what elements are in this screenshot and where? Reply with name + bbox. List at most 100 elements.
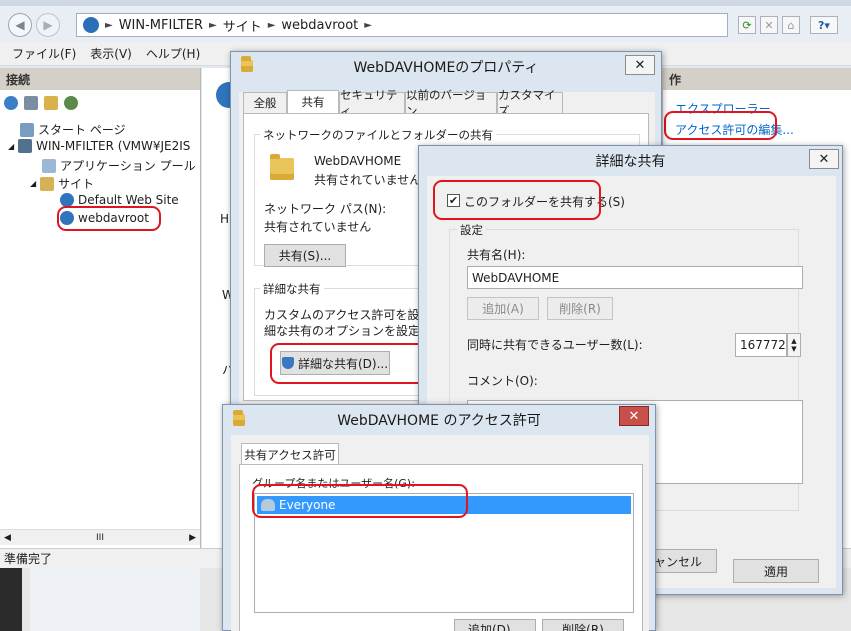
annotation-circle	[57, 206, 161, 231]
tree-item-default-web-site[interactable]: Default Web Site	[60, 193, 179, 207]
back-arrow-icon: ◀	[15, 18, 25, 32]
close-icon: ✕	[634, 57, 646, 73]
share-name-label: 共有名(H):	[467, 248, 526, 262]
horizontal-scrollbar[interactable]: ◀ III ▶	[0, 529, 200, 545]
address-segment-site[interactable]: webdavroot	[281, 18, 358, 33]
scroll-right-icon[interactable]: ▶	[189, 533, 196, 543]
scroll-thumb[interactable]: III	[96, 533, 104, 543]
tree-item-label: WIN-MFILTER (VMW¥JE2IS	[36, 139, 191, 153]
annotation-circle	[433, 180, 601, 220]
tree-item-label: スタート ページ	[38, 123, 126, 137]
spin-up-icon[interactable]: ▲	[791, 337, 796, 345]
close-button[interactable]: ✕	[809, 149, 839, 169]
advanced-group-label: 詳細な共有	[260, 281, 324, 297]
netpath-label: ネットワーク パス(N):	[264, 202, 387, 216]
advanced-desc-line: カスタムのアクセス許可を設定し	[264, 308, 444, 322]
help-icon[interactable]: ?▾	[810, 16, 838, 34]
tree-item-label: Default Web Site	[78, 193, 179, 207]
tab-general[interactable]: 全般	[243, 92, 287, 113]
globe-icon	[60, 193, 74, 207]
address-separator: ►	[208, 19, 217, 31]
home-icon[interactable]: ⌂	[782, 16, 800, 34]
permissions-title: WebDAVHOME のアクセス許可	[337, 413, 541, 429]
properties-title: WebDAVHOMEのプロパティ	[353, 60, 539, 76]
address-separator: ►	[364, 19, 372, 31]
tree-item-label: アプリケーション プール	[60, 159, 196, 173]
taskbar-edge	[0, 568, 22, 631]
scroll-left-icon[interactable]: ◀	[4, 533, 11, 543]
tree-item-server[interactable]: ◢ WIN-MFILTER (VMW¥JE2IS	[8, 139, 190, 153]
tab-previous-versions[interactable]: 以前のバージョン	[405, 88, 497, 118]
permissions-body: 共有アクセス許可 グループ名またはユーザー名(G): Everyone 追加(D…	[231, 435, 649, 631]
address-segment-sites[interactable]: サイト	[223, 16, 262, 35]
forward-button[interactable]: ▶	[36, 13, 60, 37]
window-title-strip	[0, 0, 851, 6]
collapse-icon[interactable]: ◢	[30, 179, 36, 188]
address-bar[interactable]: ► WIN-MFILTER ► サイト ► webdavroot ►	[76, 13, 728, 37]
sites-folder-icon	[40, 176, 55, 191]
folder-name: WebDAVHOME	[314, 154, 402, 168]
save-icon[interactable]	[24, 96, 38, 110]
address-separator: ►	[267, 19, 276, 31]
close-button[interactable]: ✕	[625, 55, 655, 75]
close-button[interactable]: ✕	[619, 406, 649, 426]
close-icon: ✕	[628, 408, 640, 424]
connections-toolbar	[0, 90, 200, 116]
permissions-panel: グループ名またはユーザー名(G): Everyone 追加(D)... 削除(R…	[239, 464, 643, 631]
tree-item-sites[interactable]: ◢ サイト	[30, 175, 94, 192]
share-button[interactable]: 共有(S)...	[264, 244, 346, 267]
menu-view[interactable]: 表示(V)	[90, 45, 132, 62]
collapse-icon[interactable]: ◢	[8, 142, 14, 151]
tree-item-app-pools[interactable]: アプリケーション プール	[42, 157, 196, 174]
advanced-desc-line: 細な共有のオプションを設定した	[264, 324, 445, 338]
tree-item-start-page[interactable]: スタート ページ	[20, 121, 126, 138]
center-fragment: H	[220, 212, 230, 226]
user-limit-field[interactable]: 167772	[735, 333, 787, 357]
actions-header: 作	[663, 68, 851, 90]
add-share-name-button[interactable]: 追加(A)	[467, 297, 539, 320]
settings-label: 設定	[457, 222, 486, 238]
background-window	[30, 568, 200, 631]
user-limit-label: 同時に共有できるユーザー数(L):	[467, 338, 643, 352]
start-page-icon	[20, 122, 34, 137]
tab-security[interactable]: セキュリティ	[339, 88, 405, 118]
annotation-circle	[664, 111, 777, 140]
spin-down-icon[interactable]: ▼	[791, 345, 796, 353]
remove-permission-button[interactable]: 削除(R)	[542, 619, 624, 631]
app-pool-icon	[42, 158, 56, 173]
remove-share-name-button[interactable]: 削除(R)	[547, 297, 613, 320]
share-name-field[interactable]: WebDAVHOME	[467, 266, 803, 289]
add-permission-button[interactable]: 追加(D)...	[454, 619, 536, 631]
server-icon	[18, 139, 33, 153]
tab-sharing[interactable]: 共有	[287, 90, 339, 113]
back-button[interactable]: ◀	[8, 13, 32, 37]
network-group-label: ネットワークのファイルとフォルダーの共有	[260, 127, 496, 143]
connect-icon[interactable]	[4, 96, 18, 110]
advanced-title: 詳細な共有	[595, 154, 666, 170]
comment-label: コメント(O):	[467, 374, 538, 388]
share-permissions-dialog: WebDAVHOME のアクセス許可 ✕ 共有アクセス許可 グループ名またはユー…	[222, 404, 656, 631]
address-separator: ►	[105, 19, 113, 31]
close-icon: ✕	[818, 151, 830, 167]
tab-share-permissions[interactable]: 共有アクセス許可	[241, 443, 339, 465]
tree-item-label: サイト	[58, 177, 95, 191]
stop-icon[interactable]: ✕	[760, 16, 778, 34]
forward-arrow-icon: ▶	[43, 18, 53, 32]
apply-button[interactable]: 適用	[733, 559, 819, 583]
annotation-circle	[270, 343, 432, 384]
folder-icon	[270, 154, 294, 180]
menu-file[interactable]: ファイル(F)	[12, 45, 76, 62]
globe-icon	[83, 17, 99, 33]
menu-help[interactable]: ヘルプ(H)	[146, 45, 200, 62]
up-folder-icon[interactable]	[44, 96, 58, 110]
user-limit-spinner[interactable]: ▲ ▼	[787, 333, 801, 357]
disconnect-icon[interactable]	[64, 96, 78, 110]
tab-customize[interactable]: カスタマイズ	[497, 88, 563, 118]
annotation-circle	[252, 484, 468, 518]
connections-header: 接続	[0, 68, 200, 90]
share-state: 共有されていません	[314, 173, 422, 187]
connections-pane: 接続 スタート ページ ◢ WIN-MFILTER (VMW¥JE2IS アプリケ…	[0, 68, 201, 548]
refresh-icon[interactable]: ⟳	[738, 16, 756, 34]
address-segment-server[interactable]: WIN-MFILTER	[119, 18, 203, 33]
netpath-value: 共有されていません	[264, 220, 372, 234]
